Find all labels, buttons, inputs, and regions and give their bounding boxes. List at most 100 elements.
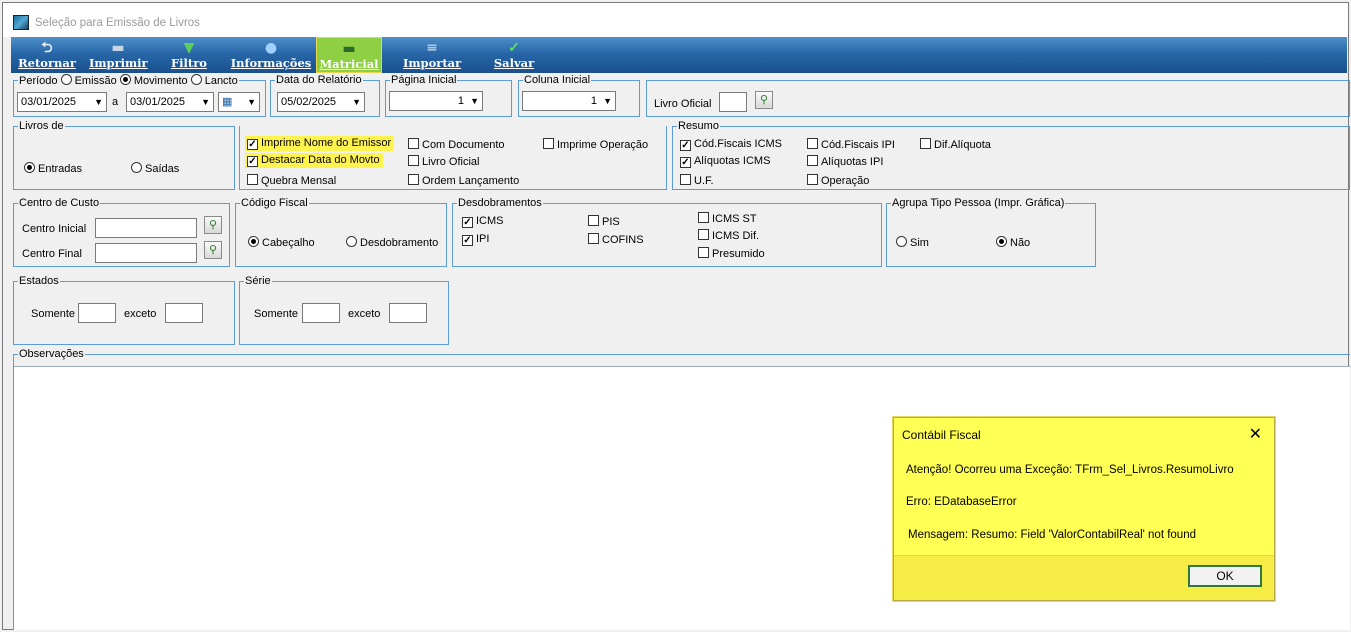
matricial-button[interactable]: ▬ Matricial — [316, 37, 382, 73]
dialog-message-detail: Mensagem: Resumo: Field 'ValorContabilRe… — [908, 529, 1196, 541]
return-icon: ⮌ — [41, 40, 53, 56]
cofins-checkbox[interactable] — [588, 233, 599, 244]
printer-icon: ▬ — [111, 40, 125, 56]
livro-oficial-checkbox[interactable] — [408, 155, 419, 166]
presumido-checkbox[interactable] — [698, 247, 709, 258]
nao-label: Não — [1010, 237, 1031, 249]
nao-radio[interactable] — [996, 236, 1007, 247]
search-icon: ⚲ — [208, 219, 218, 231]
data-relatorio-title: Data do Relatório — [275, 74, 363, 86]
movimento-label: Movimento — [133, 75, 188, 87]
livro-oficial-label: Livro Oficial — [654, 98, 712, 110]
livros-de-group: Livros de — [13, 120, 235, 190]
ordem-lancamento-label: Ordem Lançamento — [422, 175, 520, 187]
cabecalho-radio[interactable] — [248, 236, 259, 247]
saidas-label: Saídas — [145, 163, 180, 175]
coluna-inicial-combo[interactable]: 1 ▼ — [522, 91, 616, 111]
informacoes-button[interactable]: ● Informações — [229, 37, 313, 73]
estados-exceto-input[interactable] — [165, 303, 203, 323]
com-documento-checkbox[interactable] — [408, 138, 419, 149]
chevron-down-icon: ▼ — [470, 96, 479, 106]
date-to-combo[interactable]: 03/01/2025 ▼ — [126, 92, 214, 112]
aliquotas-icms-checkbox[interactable]: ✓ — [680, 157, 691, 168]
icms-st-checkbox[interactable] — [698, 212, 709, 223]
dialog-message-error: Erro: EDatabaseError — [906, 496, 1017, 508]
imprime-operacao-label: Imprime Operação — [557, 139, 649, 151]
cod-fiscais-ipi-checkbox[interactable] — [807, 138, 818, 149]
ipi-checkbox[interactable]: ✓ — [462, 235, 473, 246]
agrupa-title: Agrupa Tipo Pessoa (Impr. Gráfica) — [891, 197, 1066, 209]
livro-oficial-input[interactable] — [719, 92, 747, 112]
dot-matrix-printer-icon: ▬ — [342, 41, 356, 57]
aliquotas-ipi-checkbox[interactable] — [807, 155, 818, 166]
movimento-radio[interactable] — [119, 74, 131, 85]
retornar-button[interactable]: ⮌ Retornar — [17, 37, 77, 73]
livro-oficial-lookup-button[interactable]: ⚲ — [755, 91, 773, 109]
dif-aliquota-checkbox[interactable] — [920, 138, 931, 149]
serie-exceto-input[interactable] — [389, 303, 427, 323]
filtro-button[interactable]: ▼ Filtro — [171, 37, 207, 73]
cabecalho-label: Cabeçalho — [262, 237, 315, 249]
app-icon — [13, 15, 29, 30]
salvar-button[interactable]: ✓ Salvar — [487, 37, 541, 73]
emissao-radio[interactable] — [60, 74, 72, 85]
icms-dif-checkbox[interactable] — [698, 229, 709, 240]
entradas-radio[interactable] — [24, 162, 35, 173]
pagina-inicial-combo[interactable]: 1 ▼ — [389, 91, 483, 111]
centro-inicial-label: Centro Inicial — [22, 223, 87, 235]
lancto-label: Lancto — [204, 75, 238, 87]
pagina-inicial-title: Página Inicial — [390, 74, 458, 86]
icms-checkbox[interactable]: ✓ — [462, 217, 473, 228]
info-icon: ● — [264, 40, 278, 56]
filter-icon: ▼ — [183, 40, 195, 56]
centro-inicial-input[interactable] — [95, 218, 197, 238]
imprime-operacao-checkbox[interactable] — [543, 138, 554, 149]
estados-somente-input[interactable] — [78, 303, 116, 323]
date-from-combo[interactable]: 03/01/2025 ▼ — [17, 92, 107, 112]
uf-checkbox[interactable] — [680, 174, 691, 185]
saidas-radio[interactable] — [131, 162, 142, 173]
cod-fiscais-icms-checkbox[interactable]: ✓ — [680, 140, 691, 151]
sim-radio[interactable] — [896, 236, 907, 247]
lancto-radio[interactable] — [190, 74, 202, 85]
checkmark-icon: ✓ — [508, 40, 520, 56]
agrupa-tipo-pessoa-group: Agrupa Tipo Pessoa (Impr. Gráfica) — [886, 197, 1096, 267]
estados-somente-label: Somente — [31, 308, 76, 320]
ordem-lancamento-checkbox[interactable] — [408, 174, 419, 185]
quebra-mensal-checkbox[interactable] — [247, 174, 258, 185]
serie-somente-label: Somente — [254, 308, 299, 320]
dialog-message-exception: Atenção! Ocorreu uma Exceção: TFrm_Sel_L… — [906, 464, 1234, 476]
destacar-data-movto-checkbox[interactable]: ✓ — [247, 156, 258, 167]
centro-custo-title: Centro de Custo — [18, 197, 101, 209]
close-icon[interactable]: ✕ — [1249, 424, 1262, 444]
importar-button[interactable]: ≡ Importar — [403, 37, 461, 73]
search-icon: ⚲ — [759, 94, 769, 106]
centro-final-lookup-button[interactable]: ⚲ — [204, 241, 222, 259]
ipi-label: IPI — [476, 233, 490, 245]
centro-final-input[interactable] — [95, 243, 197, 263]
codigo-fiscal-title: Código Fiscal — [240, 197, 309, 209]
pis-checkbox[interactable] — [588, 215, 599, 226]
operacao-checkbox[interactable] — [807, 174, 818, 185]
imprimir-button[interactable]: ▬ Imprimir — [89, 37, 148, 73]
serie-somente-input[interactable] — [302, 303, 340, 323]
desdobramentos-group: Desdobramentos — [452, 197, 882, 267]
ok-button[interactable]: OK — [1188, 565, 1262, 587]
desdobramento-label: Desdobramento — [360, 237, 439, 249]
centro-inicial-lookup-button[interactable]: ⚲ — [204, 216, 222, 234]
coluna-inicial-title: Coluna Inicial — [523, 74, 592, 86]
livros-de-title: Livros de — [18, 120, 65, 132]
imprime-nome-emissor-checkbox[interactable]: ✓ — [247, 139, 258, 150]
centro-final-label: Centro Final — [22, 248, 82, 260]
import-icon: ≡ — [426, 40, 438, 56]
dialog-title: Contábil Fiscal — [902, 428, 981, 442]
livro-oficial-check-label: Livro Oficial — [422, 156, 480, 168]
livro-oficial-group — [646, 80, 1350, 117]
serie-title: Série — [244, 275, 272, 287]
desdobramento-radio[interactable] — [346, 236, 357, 247]
cod-fiscais-ipi-label: Cód.Fiscais IPI — [821, 139, 895, 151]
calendar-button[interactable]: ▦ ▼ — [218, 92, 260, 112]
error-dialog: Contábil Fiscal ✕ Atenção! Ocorreu uma E… — [893, 417, 1275, 601]
data-relatorio-combo[interactable]: 05/02/2025 ▼ — [277, 92, 365, 112]
serie-exceto-label: exceto — [348, 308, 381, 320]
